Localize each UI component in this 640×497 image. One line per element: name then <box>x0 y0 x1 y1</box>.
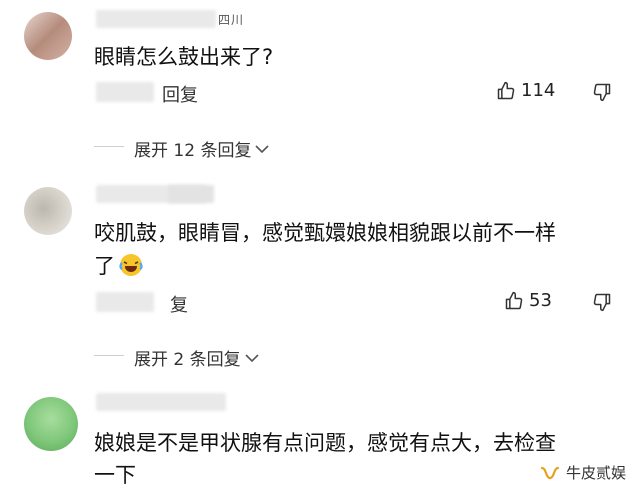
thumbs-down-icon <box>592 82 612 102</box>
comment-text-line-2-text: 了 <box>94 254 115 278</box>
comment-text: 眼睛怎么鼓出来了? <box>94 45 274 69</box>
like-count: 114 <box>521 80 556 101</box>
dislike-button[interactable] <box>592 292 612 312</box>
thumbs-up-icon <box>504 291 524 311</box>
like-button[interactable]: 114 <box>496 80 555 101</box>
comment-2: 咬肌鼓，眼睛冒，感觉甄嬛娘娘相貌跟以前不一样 了 复 53 展开 2 条回复 <box>0 175 640 385</box>
expand-replies-label: 展开 12 条回复 <box>134 141 252 161</box>
like-count: 53 <box>529 290 552 311</box>
avatar[interactable] <box>24 187 72 235</box>
watermark: 牛皮贰娱 <box>540 462 626 483</box>
comment-text-line-1: 咬肌鼓，眼睛冒，感觉甄嬛娘娘相貌跟以前不一样 <box>94 221 556 245</box>
wechat-channel-icon <box>540 465 560 481</box>
chevron-down-icon <box>255 144 270 154</box>
dislike-button[interactable] <box>592 82 612 102</box>
avatar[interactable] <box>24 397 78 451</box>
reply-button[interactable]: 回复 <box>162 81 198 107</box>
expand-replies-button[interactable]: 展开 2 条回复 <box>134 345 259 370</box>
comment-1: 四川 眼睛怎么鼓出来了? 回复 114 展开 12 条回复 <box>0 0 640 175</box>
expand-replies-label: 展开 2 条回复 <box>134 350 241 370</box>
reply-button[interactable]: 复 <box>170 291 188 317</box>
comment-text-line-1: 娘娘是不是甲状腺有点问题，感觉有点大，去检查 <box>94 431 556 455</box>
divider <box>94 146 124 147</box>
comment-text-line-2: 了 <box>94 251 143 282</box>
comment-text-line-2: 一下 <box>94 463 136 487</box>
watermark-label: 牛皮贰娱 <box>565 464 626 482</box>
expand-replies-button[interactable]: 展开 12 条回复 <box>134 136 270 161</box>
username-redacted <box>96 393 226 411</box>
thumbs-up-icon <box>496 81 516 101</box>
laughing-crying-emoji-icon <box>119 253 143 277</box>
timestamp-redacted <box>96 82 154 102</box>
timestamp-redacted <box>96 292 154 312</box>
like-button[interactable]: 53 <box>504 290 552 311</box>
divider <box>94 355 124 356</box>
thumbs-down-icon <box>592 292 612 312</box>
username-redacted-2 <box>168 185 214 203</box>
chevron-down-icon <box>245 353 259 363</box>
username-location: 四川 <box>218 13 245 27</box>
avatar[interactable] <box>24 12 72 60</box>
username-redacted <box>96 10 216 28</box>
